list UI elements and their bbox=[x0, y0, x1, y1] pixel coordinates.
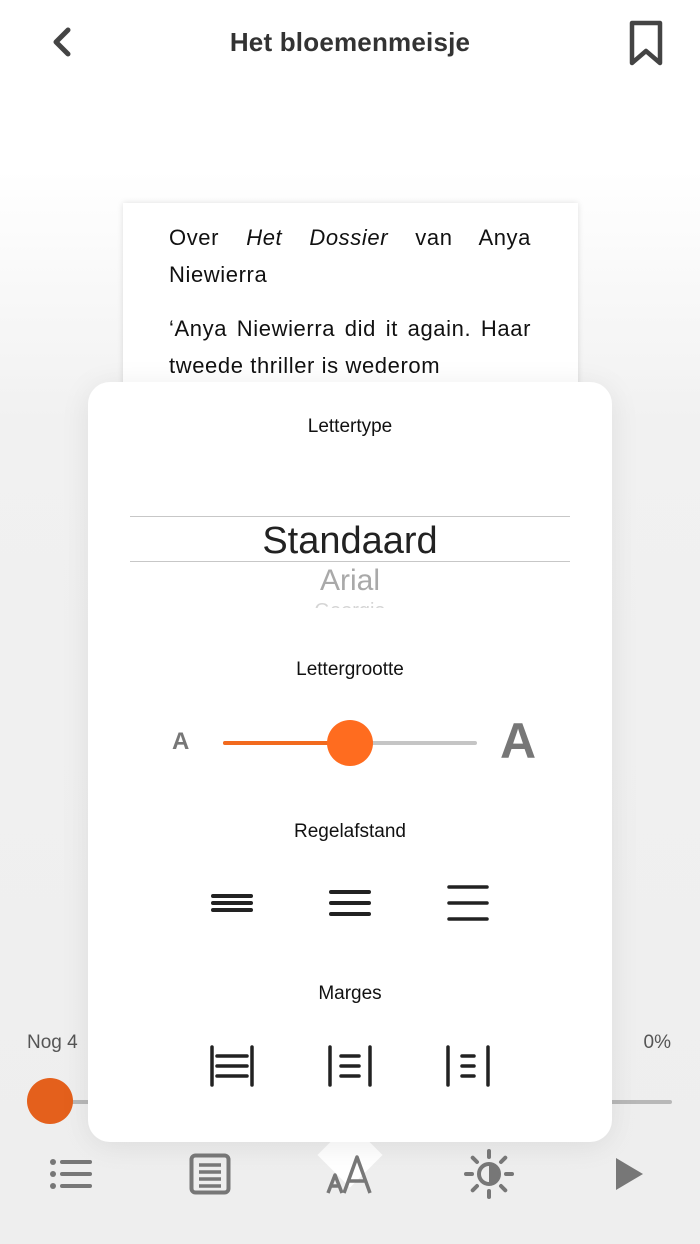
pages-remaining: Nog 4 bbox=[27, 1032, 78, 1053]
picker-divider bbox=[130, 561, 570, 562]
line-spacing-section-label: Regelafstand bbox=[294, 821, 406, 842]
book-title: Het bloemenmeisje bbox=[229, 27, 471, 57]
page-icon bbox=[189, 1153, 231, 1195]
top-bar: Het bloemenmeisje bbox=[0, 0, 700, 90]
margins-section-label: Marges bbox=[318, 983, 382, 1004]
bookmark-button[interactable] bbox=[622, 18, 670, 68]
page-paragraph: Over Het Dossier van Anya Niewierra bbox=[169, 219, 531, 293]
play-icon bbox=[616, 1158, 643, 1190]
text-settings-button[interactable] bbox=[322, 1146, 378, 1202]
line-spacing-wide-button[interactable] bbox=[438, 874, 498, 934]
font-section-label: Lettertype bbox=[307, 416, 393, 437]
margin-medium-icon bbox=[328, 1045, 372, 1087]
line-spacing-normal-button[interactable] bbox=[320, 874, 380, 934]
brightness-icon bbox=[464, 1149, 514, 1199]
read-aloud-button[interactable] bbox=[601, 1146, 657, 1202]
font-option[interactable]: Georgia bbox=[130, 600, 570, 608]
list-icon bbox=[50, 1159, 92, 1189]
font-picker[interactable]: Standaard Arial Georgia bbox=[130, 516, 570, 608]
page-paragraph: ‘Anya Niewierra did it again. Haar tweed… bbox=[169, 316, 531, 378]
margin-small-button[interactable] bbox=[202, 1036, 262, 1096]
margin-medium-button[interactable] bbox=[320, 1036, 380, 1096]
font-size-slider-thumb[interactable] bbox=[327, 720, 373, 766]
increase-size-glyph[interactable]: A bbox=[500, 712, 536, 770]
font-option[interactable]: Arial bbox=[130, 564, 570, 598]
progress-percent: 0% bbox=[643, 1032, 671, 1053]
page-view-button[interactable] bbox=[182, 1146, 238, 1202]
bookmark-icon bbox=[629, 20, 663, 66]
line-spacing-normal-icon bbox=[329, 890, 371, 916]
line-spacing-wide-icon bbox=[447, 885, 489, 921]
size-section-label: Lettergrootte bbox=[296, 659, 404, 680]
margin-large-button[interactable] bbox=[438, 1036, 498, 1096]
table-of-contents-button[interactable] bbox=[43, 1146, 99, 1202]
margin-small-icon bbox=[210, 1045, 254, 1087]
font-option-selected[interactable]: Standaard bbox=[130, 520, 570, 563]
line-spacing-compact-icon bbox=[211, 894, 253, 912]
italic-title: Het Dossier bbox=[246, 225, 389, 250]
paragraph-text: Over bbox=[169, 225, 247, 250]
brightness-button[interactable] bbox=[461, 1146, 517, 1202]
line-spacing-compact-button[interactable] bbox=[202, 874, 262, 934]
reading-settings-popover: Lettertype Standaard Arial Georgia Lette… bbox=[88, 382, 612, 1142]
progress-thumb[interactable] bbox=[27, 1078, 73, 1124]
margin-large-icon bbox=[446, 1045, 490, 1087]
decrease-size-glyph[interactable]: A bbox=[172, 728, 189, 756]
picker-divider bbox=[130, 516, 570, 517]
font-size-icon bbox=[326, 1155, 372, 1194]
